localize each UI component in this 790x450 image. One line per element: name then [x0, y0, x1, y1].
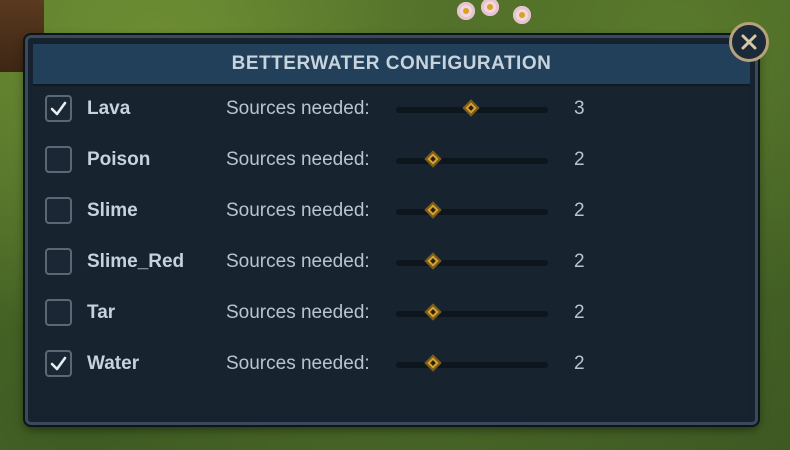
slider-track — [396, 158, 548, 164]
setting-row-slime-red: Slime_Red Sources needed: 2 — [45, 248, 605, 299]
config-panel: BETTERWATER CONFIGURATION Lava Sources n… — [25, 35, 758, 425]
sources-value: 3 — [574, 98, 585, 119]
sources-label: Sources needed: — [226, 302, 370, 323]
panel-header: BETTERWATER CONFIGURATION — [33, 44, 750, 86]
slider-track — [396, 209, 548, 215]
checkbox-lava[interactable] — [45, 95, 72, 122]
checkbox-poison[interactable] — [45, 146, 72, 173]
close-icon — [741, 34, 757, 50]
checkbox-tar[interactable] — [45, 299, 72, 326]
sources-slider[interactable] — [396, 201, 548, 219]
checkbox-slime-red[interactable] — [45, 248, 72, 275]
sources-slider[interactable] — [396, 354, 548, 372]
slider-track — [396, 260, 548, 266]
setting-row-slime: Slime Sources needed: 2 — [45, 197, 605, 248]
slider-thumb[interactable] — [424, 303, 442, 321]
checkbox-slime[interactable] — [45, 197, 72, 224]
row-label: Slime — [87, 200, 138, 221]
flower — [481, 0, 499, 16]
row-label: Poison — [87, 149, 151, 170]
settings-list: Lava Sources needed: 3 Poison Sources ne… — [45, 95, 605, 401]
slider-thumb[interactable] — [424, 150, 442, 168]
checkbox-water[interactable] — [45, 350, 72, 377]
slider-thumb[interactable] — [424, 354, 442, 372]
close-button[interactable] — [729, 22, 769, 62]
sources-label: Sources needed: — [226, 251, 370, 272]
setting-row-water: Water Sources needed: 2 — [45, 350, 605, 401]
setting-row-poison: Poison Sources needed: 2 — [45, 146, 605, 197]
sources-slider[interactable] — [396, 252, 548, 270]
sources-slider[interactable] — [396, 99, 548, 117]
panel-title: BETTERWATER CONFIGURATION — [231, 53, 552, 74]
slider-thumb[interactable] — [462, 99, 480, 117]
slider-thumb[interactable] — [424, 252, 442, 270]
slider-track — [396, 362, 548, 368]
slider-track — [396, 311, 548, 317]
sources-value: 2 — [574, 353, 585, 374]
sources-label: Sources needed: — [226, 200, 370, 221]
sources-value: 2 — [574, 149, 585, 170]
checkmark-icon — [50, 101, 67, 116]
row-label: Water — [87, 353, 140, 374]
setting-row-tar: Tar Sources needed: 2 — [45, 299, 605, 350]
flower — [513, 6, 531, 24]
flower — [457, 2, 475, 20]
sources-slider[interactable] — [396, 150, 548, 168]
slider-thumb[interactable] — [424, 201, 442, 219]
sources-label: Sources needed: — [226, 149, 370, 170]
setting-row-lava: Lava Sources needed: 3 — [45, 95, 605, 146]
sources-value: 2 — [574, 200, 585, 221]
sources-value: 2 — [574, 302, 585, 323]
sources-slider[interactable] — [396, 303, 548, 321]
sources-label: Sources needed: — [226, 98, 370, 119]
sources-value: 2 — [574, 251, 585, 272]
sources-label: Sources needed: — [226, 353, 370, 374]
row-label: Slime_Red — [87, 251, 185, 272]
row-label: Tar — [87, 302, 116, 323]
row-label: Lava — [87, 98, 131, 119]
flowers-decoration — [455, 0, 555, 36]
checkmark-icon — [50, 356, 67, 371]
